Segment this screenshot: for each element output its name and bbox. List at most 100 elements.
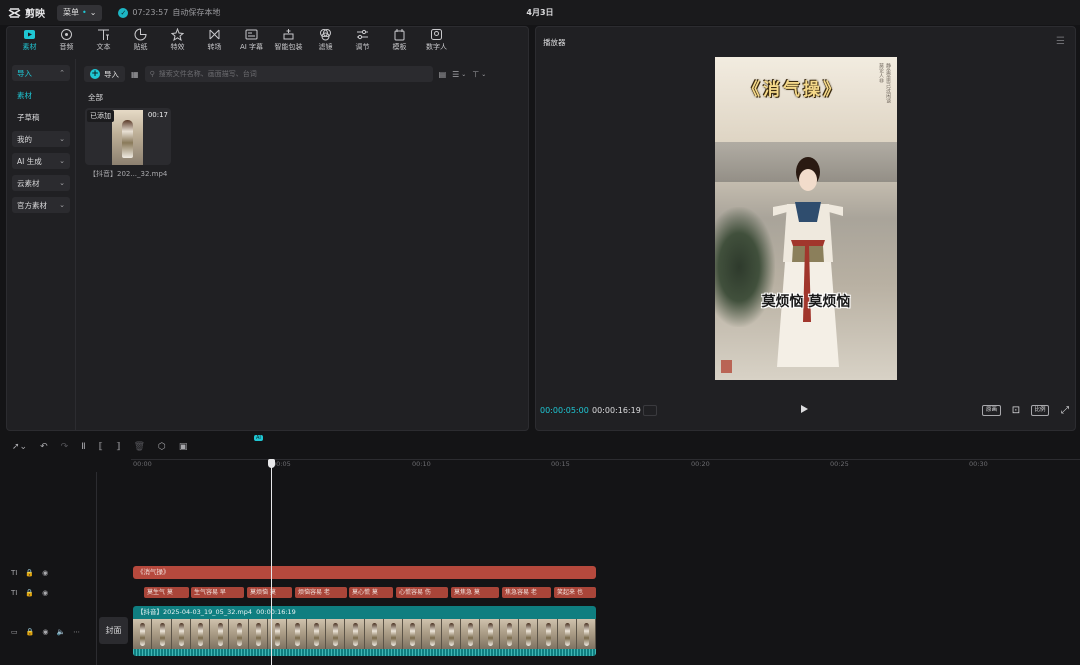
media-thumbnail: [112, 110, 143, 165]
tab-label: 转场: [207, 43, 222, 51]
search-icon: ⚲: [149, 70, 155, 78]
tab-label: 特效: [170, 43, 185, 51]
sidebar-item-ai-gen[interactable]: AI 生成 ⌄: [12, 153, 70, 169]
sort-icon[interactable]: ☰ ⌄: [452, 70, 466, 79]
ratio-button[interactable]: 比例: [1031, 405, 1049, 416]
media-duration: 00:17: [147, 111, 168, 119]
tab-audio[interactable]: 音频: [48, 26, 85, 58]
chevron-up-icon: ⌃: [59, 69, 65, 77]
audio-volume-icon[interactable]: 🔈: [56, 628, 65, 636]
redo-icon[interactable]: ↷: [61, 442, 69, 452]
media-panel: [6, 26, 529, 431]
media-card[interactable]: 已添加 00:17: [85, 108, 171, 165]
player-title: 播放器: [543, 38, 566, 47]
subtitle-clip[interactable]: 笑起来 也: [554, 587, 596, 598]
fullscreen-crop-icon[interactable]: ⊡: [1009, 405, 1023, 416]
tab-template[interactable]: 模板: [381, 26, 418, 58]
tab-effects[interactable]: 特效: [159, 26, 196, 58]
sidebar-item-draft[interactable]: 子草稿: [12, 109, 70, 125]
play-icon[interactable]: [801, 405, 808, 413]
sidebar-item-label: AI 生成: [17, 156, 42, 166]
save-time: 07:23:57: [132, 8, 169, 17]
video-preview[interactable]: 静坐常思己过闲谈莫论人非 《消气操》 莫烦恼 莫烦恼: [715, 57, 897, 380]
qr-code-icon[interactable]: ▦: [131, 70, 139, 79]
tab-filter[interactable]: 滤镜: [307, 26, 344, 58]
preview-figure: [773, 157, 843, 367]
menu-button[interactable]: 菜单 • ⌄: [57, 4, 103, 21]
tab-media[interactable]: 素材: [11, 26, 48, 58]
expand-icon[interactable]: ⤢: [1059, 405, 1071, 416]
subtitle-clip[interactable]: 莫焦急 莫: [451, 587, 499, 598]
menu-label: 菜单: [63, 8, 79, 17]
subtitle-clip[interactable]: 烦恼容易 老: [295, 587, 347, 598]
marker-icon[interactable]: ⬡: [158, 442, 166, 452]
filter-sort-icon[interactable]: ⊤ ⌄: [472, 70, 486, 79]
subtitle-clip[interactable]: 莫心慌 莫: [349, 587, 393, 598]
subtitle-clip[interactable]: 莫烦恼 莫: [247, 587, 292, 598]
subtitle-clip[interactable]: 生气容易 早: [191, 587, 244, 598]
search-input[interactable]: ⚲ 搜索文件名称、画面描写、台词: [144, 66, 433, 82]
sidebar-item-material[interactable]: 素材: [12, 87, 70, 103]
lock-icon[interactable]: 🔒: [25, 589, 34, 597]
eye-icon[interactable]: ◉: [42, 589, 48, 597]
lock-icon[interactable]: 🔒: [26, 628, 35, 636]
select-cursor-icon[interactable]: ➚⌄: [12, 442, 27, 452]
eye-icon[interactable]: ◉: [42, 628, 48, 636]
section-all: 全部: [88, 93, 103, 102]
tab-label: 调节: [355, 43, 370, 51]
sidebar-item-label: 云素材: [17, 178, 40, 188]
import-button[interactable]: + 导入: [84, 66, 125, 82]
search-placeholder: 搜索文件名称、画面描写、台词: [158, 70, 257, 78]
tab-smart-pack[interactable]: 智能包装: [270, 26, 307, 58]
split-icon[interactable]: Ⅱ: [81, 442, 85, 452]
cover-button[interactable]: 封面: [99, 617, 128, 644]
media-icon: [24, 30, 35, 39]
tab-label: 文本: [96, 43, 111, 51]
audio-waveform: [133, 649, 596, 656]
thumbnail-figure: [122, 120, 133, 158]
split-right-icon[interactable]: ⟧: [116, 442, 120, 452]
timecode-toggle[interactable]: [643, 405, 657, 416]
more-icon[interactable]: ⋯: [73, 628, 80, 636]
lock-icon[interactable]: 🔒: [25, 569, 34, 577]
video-title-text: 《消气操》: [743, 80, 843, 100]
subtitle-clip[interactable]: 焦急容易 老: [502, 587, 551, 598]
ruler-tick-label: 00:30: [969, 460, 988, 468]
tool-tabs: 素材 音频 文本 贴纸 特效 转场 AI 字幕 智能包装 滤镜 调节 模板 数字…: [6, 26, 529, 58]
tab-transition[interactable]: 转场: [196, 26, 233, 58]
subtitle-clip[interactable]: 心慌容易 伤: [396, 587, 448, 598]
ai-caption-icon: [245, 29, 258, 40]
track-header-video: ▭ 🔒 ◉ 🔈 ⋯: [0, 625, 96, 638]
sidebar-item-mine[interactable]: 我的 ⌄: [12, 131, 70, 147]
media-sidebar: 导入 ⌃ 素材 子草稿 我的 ⌄ AI 生成 ⌄ 云素材 ⌄ 官方素材 ⌄: [7, 59, 76, 431]
playhead-handle[interactable]: [268, 459, 275, 468]
undo-icon[interactable]: ↶: [40, 442, 48, 452]
seal-stamp: [721, 360, 732, 373]
tab-ai-caption[interactable]: AI 字幕: [233, 26, 270, 58]
split-left-icon[interactable]: ⟦: [99, 442, 103, 452]
tab-text[interactable]: 文本: [85, 26, 122, 58]
quality-button[interactable]: 原画: [982, 405, 1001, 416]
sidebar-item-import[interactable]: 导入 ⌃: [12, 65, 70, 81]
capcut-logo-icon: [8, 7, 21, 18]
playhead-line[interactable]: [271, 460, 272, 665]
tab-adjust[interactable]: 调节: [344, 26, 381, 58]
title-text-clip[interactable]: 《消气操》: [133, 566, 596, 579]
sidebar-item-official[interactable]: 官方素材 ⌄: [12, 197, 70, 213]
ai-caption-tool-icon[interactable]: ▣: [179, 442, 188, 452]
sidebar-item-cloud[interactable]: 云素材 ⌄: [12, 175, 70, 191]
total-time: 00:00:16:19: [592, 406, 641, 415]
video-clip[interactable]: 【抖音】2025-04-03_19_05_32.mp4 00:00:16:19: [133, 606, 596, 656]
subtitle-clip[interactable]: 莫生气 莫: [144, 587, 189, 598]
menu-icon[interactable]: ☰: [1056, 36, 1065, 47]
eye-icon[interactable]: ◉: [42, 569, 48, 577]
chevron-down-icon: ⌄: [89, 8, 97, 17]
ai-badge: AI: [254, 435, 263, 441]
delete-icon[interactable]: 🗑: [134, 442, 145, 452]
tab-sticker[interactable]: 贴纸: [122, 26, 159, 58]
grid-view-icon[interactable]: ▤: [439, 70, 447, 79]
autosave-status: ✓ 07:23:57 自动保存本地: [118, 7, 220, 18]
text-track-icon: TI: [11, 588, 18, 597]
tab-avatar[interactable]: 数字人: [418, 26, 455, 58]
check-icon: ✓: [118, 7, 129, 18]
